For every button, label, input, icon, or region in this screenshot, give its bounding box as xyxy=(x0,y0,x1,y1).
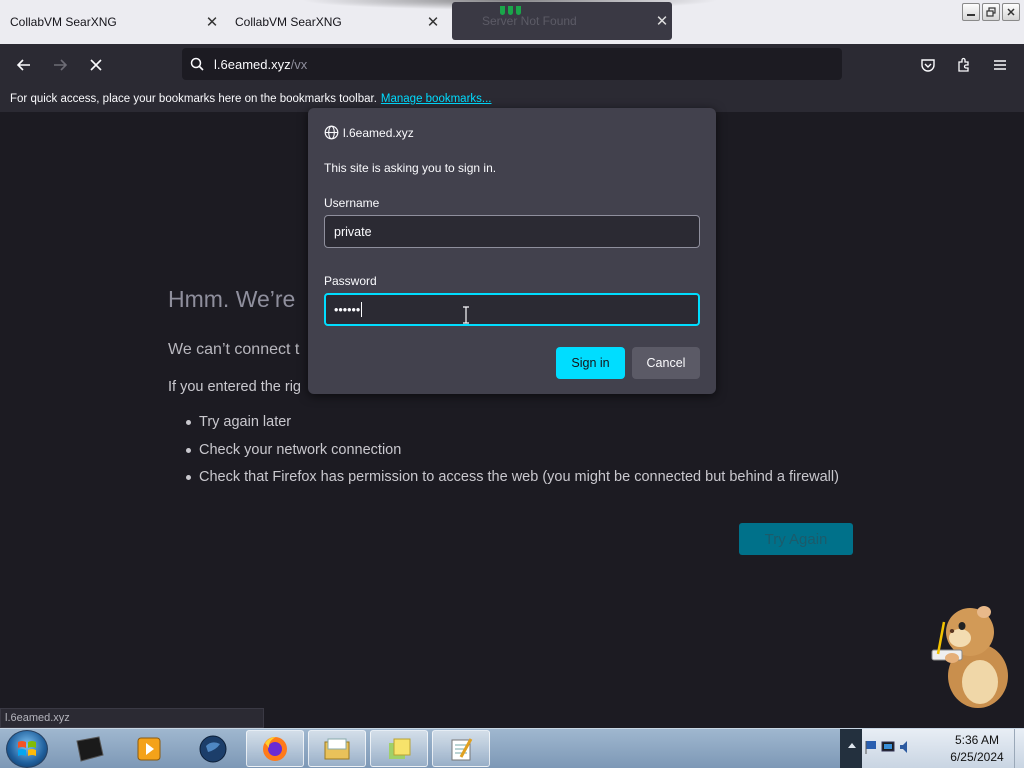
tab-collabvm-searxng-2[interactable]: CollabVM SearXNG ✕ xyxy=(225,0,443,44)
restore-button[interactable] xyxy=(982,3,1000,21)
hamster-mascot-image xyxy=(931,606,1008,708)
taskbar-terminal-app[interactable] xyxy=(60,730,118,767)
taskbar-sticky-notes[interactable] xyxy=(370,730,428,767)
close-icon[interactable]: ✕ xyxy=(423,13,443,31)
network-icon[interactable] xyxy=(881,739,895,755)
taskbar-firefox[interactable] xyxy=(246,730,304,767)
close-icon[interactable]: ✕ xyxy=(202,13,222,31)
tab-title: CollabVM SearXNG xyxy=(235,15,342,29)
tab-server-not-found[interactable]: Server Not Found ✕ xyxy=(452,2,672,40)
list-item: Check your network connection xyxy=(186,440,839,468)
back-button[interactable] xyxy=(11,53,37,77)
show-hidden-icons-icon[interactable] xyxy=(848,743,856,748)
flag-icon[interactable] xyxy=(864,739,878,755)
taskbar: 5:36 AM 6/25/2024 xyxy=(0,728,1024,768)
firefox-icon xyxy=(263,736,287,761)
forward-button[interactable] xyxy=(47,53,73,77)
media-player-icon xyxy=(137,737,161,760)
bookmarks-message: For quick access, place your bookmarks h… xyxy=(10,93,377,105)
tab-strip: CollabVM SearXNG ✕ CollabVM SearXNG ✕ Se… xyxy=(0,0,1024,44)
globe-app-icon xyxy=(199,735,227,762)
folder-icon xyxy=(324,738,350,759)
username-label: Username xyxy=(324,196,380,210)
error-title: Hmm. We’re xyxy=(168,286,296,312)
desktop: CollabVM SearXNG ✕ CollabVM SearXNG ✕ Se… xyxy=(0,0,1024,768)
dialog-host: l.6eamed.xyz xyxy=(324,125,414,140)
url-path: /vx xyxy=(290,56,308,72)
system-tray: 5:36 AM 6/25/2024 xyxy=(840,729,1024,768)
minimize-button[interactable] xyxy=(962,3,980,21)
stop-loading-icon xyxy=(90,59,102,71)
password-label: Password xyxy=(324,274,377,288)
clock-date: 6/25/2024 xyxy=(950,750,1004,764)
stop-button[interactable] xyxy=(83,53,109,77)
sign-in-dialog: l.6eamed.xyz This site is asking you to … xyxy=(308,108,716,394)
restore-icon xyxy=(986,7,996,17)
navigation-bar: l.6eamed.xyz/vx xyxy=(0,44,1024,86)
tab-title: CollabVM SearXNG xyxy=(10,15,117,29)
tray-divider xyxy=(840,729,862,768)
address-bar[interactable]: l.6eamed.xyz/vx xyxy=(182,48,842,80)
close-window-button[interactable] xyxy=(1002,3,1020,21)
taskbar-file-explorer[interactable] xyxy=(308,730,366,767)
username-field[interactable]: private xyxy=(324,215,700,248)
dialog-message: This site is asking you to sign in. xyxy=(324,161,497,175)
password-value: •••••• xyxy=(334,302,361,317)
hamburger-icon xyxy=(994,60,1006,70)
cancel-button[interactable]: Cancel xyxy=(632,347,700,379)
taskbar-notepad[interactable] xyxy=(432,730,490,767)
terminal-icon xyxy=(76,735,104,762)
forward-arrow-icon xyxy=(54,59,68,71)
list-item: Try again later xyxy=(186,412,839,440)
try-again-button[interactable]: Try Again xyxy=(739,523,853,555)
sticky-notes-icon xyxy=(389,738,411,759)
taskbar-globe-app[interactable] xyxy=(184,730,242,767)
ibeam-cursor-icon xyxy=(463,306,469,324)
clock-time: 5:36 AM xyxy=(954,733,1000,747)
taskbar-media-player[interactable] xyxy=(120,730,178,767)
close-icon xyxy=(1007,8,1015,16)
text-caret xyxy=(361,302,363,317)
start-button[interactable] xyxy=(6,730,48,768)
list-item: Check that Firefox has permission to acc… xyxy=(186,467,839,495)
password-field[interactable]: •••••• xyxy=(324,293,700,326)
error-description: We can’t connect t xyxy=(168,341,300,358)
back-arrow-icon xyxy=(16,59,30,71)
search-icon xyxy=(190,57,204,71)
globe-icon xyxy=(324,125,339,140)
extensions-button[interactable] xyxy=(951,53,977,77)
link-status: l.6eamed.xyz xyxy=(0,708,264,728)
tab-collabvm-searxng-1[interactable]: CollabVM SearXNG ✕ xyxy=(0,0,222,44)
menu-button[interactable] xyxy=(987,53,1013,77)
sign-in-button[interactable]: Sign in xyxy=(556,347,625,379)
suggestion-list: Try again later Check your network conne… xyxy=(186,412,839,495)
puzzle-icon xyxy=(958,57,969,72)
minimize-icon xyxy=(967,14,975,16)
volume-icon[interactable] xyxy=(898,739,912,755)
url-host: l.6eamed.xyz xyxy=(214,56,291,72)
dialog-host-text: l.6eamed.xyz xyxy=(343,125,414,140)
windows-logo-icon xyxy=(18,741,36,756)
taskbar-clock[interactable]: 5:36 AM 6/25/2024 xyxy=(944,732,1010,766)
tab-favicon-icon xyxy=(500,6,521,15)
error-hint: If you entered the rig xyxy=(168,379,301,395)
manage-bookmarks-link[interactable]: Manage bookmarks... xyxy=(381,93,492,105)
notepad-icon xyxy=(451,737,473,760)
show-desktop-button[interactable] xyxy=(1014,729,1024,768)
username-value: private xyxy=(334,224,372,239)
tab-title: Server Not Found xyxy=(482,14,577,28)
close-icon[interactable]: ✕ xyxy=(652,12,672,30)
pocket-icon xyxy=(921,59,935,72)
window-controls xyxy=(962,3,1020,21)
pocket-button[interactable] xyxy=(915,53,941,77)
tray-icons xyxy=(864,739,912,755)
